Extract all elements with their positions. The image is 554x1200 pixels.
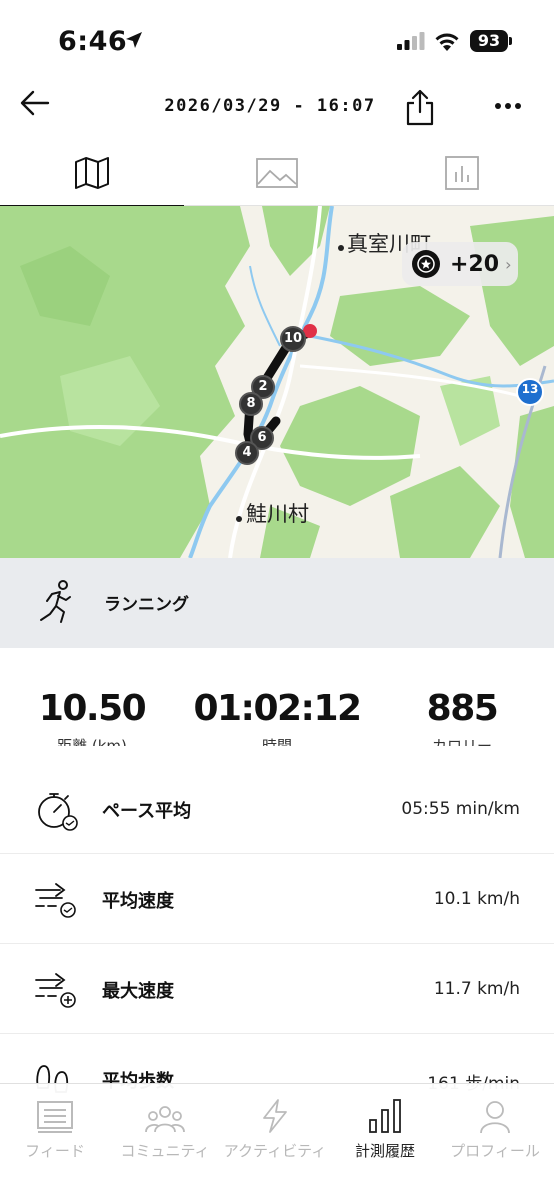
- tabbar-item-feed[interactable]: フィード: [0, 1090, 110, 1161]
- stat-distance: 10.50 距離 (km): [0, 688, 184, 746]
- wifi-icon: [435, 33, 459, 51]
- stat-value: 10.50: [38, 688, 147, 729]
- image-icon: [256, 158, 298, 188]
- metric-value: 05:55 min/km: [401, 799, 520, 819]
- header: 2026/03/29 - 16:07: [0, 80, 554, 140]
- tabbar-label: プロフィール: [450, 1142, 540, 1160]
- metric-row-avg-speed: 平均速度 10.1 km/h: [0, 854, 554, 944]
- stat-label: 距離 (km): [57, 737, 127, 746]
- battery-indicator: 93: [470, 30, 508, 52]
- metric-row-max-speed: 最大速度 11.7 km/h: [0, 944, 554, 1034]
- metric-value: 11.7 km/h: [433, 979, 520, 999]
- stat-label: 時間: [261, 737, 292, 746]
- tabbar-label: フィード: [25, 1142, 85, 1160]
- average-speed-icon: [35, 883, 76, 918]
- share-icon[interactable]: [404, 88, 436, 126]
- stat-calories: 885 カロリー: [370, 688, 554, 746]
- points-badge[interactable]: +20 ›: [402, 242, 518, 286]
- chart-icon: [445, 156, 479, 190]
- community-icon: [145, 1106, 185, 1133]
- tabbar-item-history[interactable]: 計測履歴: [330, 1090, 440, 1161]
- metric-label: ペース平均: [102, 801, 192, 822]
- bottom-tab-bar: フィード コミュニティ アクティビティ 計測履歴 プロフィール: [0, 1083, 554, 1200]
- location-arrow-icon: [126, 32, 142, 48]
- activity-type-label: ランニング: [104, 595, 189, 615]
- battery-tip: [509, 37, 512, 45]
- bar-chart-icon: [369, 1099, 401, 1133]
- map-icon: [75, 157, 109, 189]
- tab-charts[interactable]: [370, 140, 554, 206]
- km-marker: 10: [280, 326, 306, 352]
- stat-value: 885: [426, 688, 499, 729]
- stopwatch-pace-icon: [38, 793, 78, 831]
- stat-label: カロリー: [431, 737, 492, 746]
- stat-value: 01:02:12: [193, 688, 362, 729]
- activity-type-bar: ランニング: [0, 558, 554, 648]
- tabbar-item-activity[interactable]: アクティビティ: [220, 1090, 330, 1161]
- route-map[interactable]: 真室川町 鮭川村 13 10 2 8 6 4 +20 ›: [0, 206, 554, 558]
- metrics-list: ペース平均 05:55 min/km 平均速度 10.1 km/h 最大速度 1…: [0, 764, 554, 1124]
- metric-row-pace: ペース平均 05:55 min/km: [0, 764, 554, 854]
- km-marker: 4: [235, 441, 259, 465]
- running-person-icon: [40, 580, 71, 623]
- summary-stats: 10.50 距離 (km) 01:02:12 時間 885 カロリー: [0, 648, 554, 746]
- tab-photos[interactable]: [185, 140, 369, 206]
- place-label-sakegawa: 鮭川村: [246, 502, 309, 526]
- view-tabs: [0, 140, 554, 207]
- road-shield-number: 13: [521, 382, 539, 396]
- status-time: 6:46: [58, 26, 128, 57]
- tabbar-label: コミュニティ: [120, 1142, 210, 1160]
- metric-label: 平均速度: [102, 891, 174, 912]
- stat-duration: 01:02:12 時間: [185, 688, 369, 746]
- km-marker: 8: [239, 392, 263, 416]
- profile-icon: [480, 1101, 510, 1134]
- status-bar: 6:46 93: [0, 0, 554, 80]
- cellular-signal-icon: [397, 32, 425, 50]
- points-value: +20: [450, 251, 500, 277]
- lightning-icon: [263, 1099, 287, 1133]
- tabbar-label: 計測履歴: [354, 1142, 415, 1160]
- tabbar-label: アクティビティ: [223, 1142, 327, 1160]
- tab-map[interactable]: [0, 140, 184, 207]
- activity-datetime: 2026/03/29 - 16:07: [164, 96, 376, 116]
- tabbar-item-profile[interactable]: プロフィール: [440, 1090, 550, 1161]
- metric-label: 最大速度: [102, 981, 174, 1002]
- star-icon: [412, 250, 440, 278]
- feed-icon: [37, 1101, 73, 1133]
- more-options-icon[interactable]: [494, 96, 522, 116]
- max-speed-icon: [35, 973, 76, 1008]
- back-arrow-icon[interactable]: [18, 86, 52, 120]
- metric-value: 10.1 km/h: [433, 889, 520, 909]
- chevron-right-icon: ›: [505, 254, 512, 274]
- tabbar-item-community[interactable]: コミュニティ: [110, 1090, 220, 1161]
